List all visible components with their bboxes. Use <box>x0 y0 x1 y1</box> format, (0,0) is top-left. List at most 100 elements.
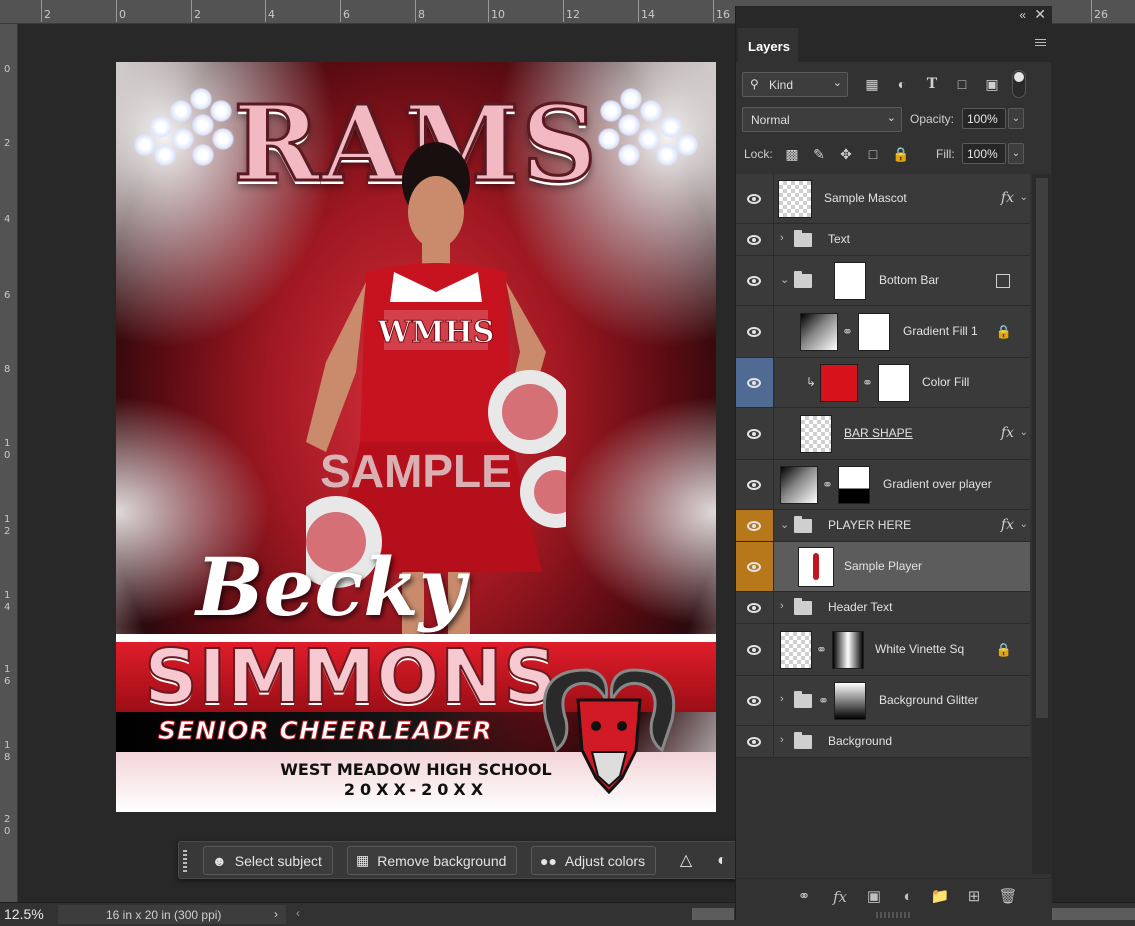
visibility-toggle[interactable] <box>736 358 774 407</box>
scroll-left-icon[interactable]: ‹ <box>296 906 300 920</box>
drag-handle-icon[interactable] <box>183 850 187 872</box>
folder-icon <box>794 270 812 288</box>
remove-background-button[interactable]: ▦ Remove background <box>347 846 518 875</box>
visibility-toggle[interactable] <box>736 542 774 591</box>
eye-icon <box>747 234 761 245</box>
new-group-icon[interactable]: 📁 <box>930 887 950 907</box>
link-icon[interactable]: ⚭ <box>862 375 873 391</box>
eye-icon <box>747 377 761 388</box>
chevron-down-icon[interactable]: ⌄ <box>1020 427 1028 438</box>
horizontal-scrollbar-track[interactable] <box>1052 908 1135 920</box>
add-layer-style-icon[interactable]: fx <box>830 887 850 907</box>
panel-menu-icon[interactable] <box>1035 39 1046 47</box>
transform-icon[interactable]: △ <box>675 850 697 872</box>
chevron-down-icon[interactable]: ⌄ <box>1020 192 1028 203</box>
layer-row[interactable]: › Background <box>736 726 1030 758</box>
layers-panel-footer: ⚭ fx ▣ ◐ 📁 ⊞ 🗑 <box>736 878 1052 912</box>
layer-row[interactable]: ⚭ Gradient Fill 1 🔒 <box>736 306 1030 358</box>
search-icon: ⚲ <box>750 77 759 91</box>
chevron-down-icon[interactable]: ⌄ <box>780 518 789 531</box>
visibility-toggle[interactable] <box>736 592 774 623</box>
chevron-right-icon[interactable]: › <box>780 600 784 612</box>
filter-type-icon[interactable]: T <box>922 74 942 94</box>
visibility-toggle[interactable] <box>736 306 774 357</box>
filter-toggle[interactable] <box>1012 70 1026 98</box>
layer-row[interactable]: › ⚭ Background Glitter <box>736 676 1030 726</box>
ram-mascot-logo <box>542 668 676 794</box>
lock-image-pixels-icon[interactable]: ✎ <box>810 145 828 163</box>
delete-layer-icon[interactable]: 🗑 <box>998 887 1018 907</box>
scrollbar-thumb[interactable] <box>1036 178 1048 718</box>
lock-all-icon[interactable]: 🔒 <box>892 145 910 163</box>
fx-icon[interactable]: fx <box>1001 190 1014 206</box>
link-icon[interactable]: ⚭ <box>818 693 829 709</box>
fill-input[interactable]: 100% <box>962 143 1006 164</box>
chevron-right-icon[interactable]: › <box>780 693 784 705</box>
lock-artboard-icon[interactable]: □ <box>864 145 882 163</box>
visibility-toggle[interactable] <box>736 224 774 255</box>
link-layers-icon[interactable]: ⚭ <box>794 887 814 907</box>
visibility-toggle[interactable] <box>736 510 774 541</box>
layer-row[interactable]: Sample Mascot fx ⌄ <box>736 174 1030 224</box>
document-canvas[interactable]: RAMS WMHS SAMPLE Becky SIMMONS SENIOR CH… <box>116 62 716 812</box>
layers-scrollbar[interactable] <box>1032 174 1052 874</box>
blend-mode-select[interactable]: Normal ⌄ <box>742 107 902 132</box>
tab-layers[interactable]: Layers <box>738 28 798 62</box>
layer-row[interactable]: Sample Player <box>736 542 1030 592</box>
opacity-input[interactable]: 100% <box>962 108 1006 129</box>
visibility-toggle[interactable] <box>736 174 774 223</box>
panel-tabs: Layers <box>736 24 1052 62</box>
filter-pixel-icon[interactable]: ▦ <box>862 74 882 94</box>
select-subject-button[interactable]: ☻ Select subject <box>203 846 333 875</box>
chevron-right-icon[interactable]: › <box>780 734 784 746</box>
contrast-icon[interactable]: ◐ <box>711 850 733 872</box>
ruler-tick: 0 <box>116 0 126 22</box>
panel-resize-handle[interactable] <box>876 912 912 918</box>
visibility-toggle[interactable] <box>736 460 774 509</box>
remove-background-label: Remove background <box>377 852 507 869</box>
document-info[interactable]: 16 in x 20 in (300 ppi) › <box>58 905 286 924</box>
filter-adjustment-icon[interactable]: ◐ <box>892 74 912 94</box>
layer-row[interactable]: BAR SHAPE fx ⌄ <box>736 408 1030 460</box>
link-icon[interactable]: ⚭ <box>842 324 853 340</box>
new-layer-icon[interactable]: ⊞ <box>964 887 984 907</box>
kind-filter-select[interactable]: ⚲ Kind ⌄ <box>742 72 848 97</box>
lock-transparent-pixels-icon[interactable]: ▩ <box>783 145 801 163</box>
zoom-level[interactable]: 12.5% <box>4 906 44 922</box>
link-icon[interactable]: ⚭ <box>822 477 833 493</box>
layer-row[interactable]: ⌄ PLAYER HERE fx ⌄ <box>736 510 1030 542</box>
ruler-tick: 2 <box>191 0 201 22</box>
ruler-tick: 26 <box>1091 0 1108 22</box>
eye-icon <box>747 561 761 572</box>
layer-row[interactable]: ⚭ Gradient over player <box>736 460 1030 510</box>
horizontal-scrollbar-thumb[interactable] <box>692 908 734 920</box>
filter-smart-object-icon[interactable]: ▣ <box>982 74 1002 94</box>
fill-dropdown-icon[interactable]: ⌄ <box>1008 143 1024 164</box>
layer-row[interactable]: › Header Text <box>736 592 1030 624</box>
visibility-toggle[interactable] <box>736 726 774 757</box>
visibility-toggle[interactable] <box>736 624 774 675</box>
layer-row[interactable]: ↳ ⚭ Color Fill <box>736 358 1030 408</box>
layer-row[interactable]: ⌄ Bottom Bar <box>736 256 1030 306</box>
visibility-toggle[interactable] <box>736 408 774 459</box>
layer-row[interactable]: ⚭ White Vinette Sq 🔒 <box>736 624 1030 676</box>
layer-mask-thumbnail <box>832 630 864 669</box>
chevron-right-icon[interactable]: › <box>780 232 784 244</box>
adjust-colors-button[interactable]: ●● Adjust colors <box>531 846 657 875</box>
fx-icon[interactable]: fx <box>1001 425 1014 441</box>
link-icon[interactable]: ⚭ <box>816 642 827 658</box>
opacity-dropdown-icon[interactable]: ⌄ <box>1008 108 1024 129</box>
layer-mask-thumbnail <box>878 363 910 402</box>
chevron-down-icon[interactable]: ⌄ <box>1020 519 1028 530</box>
collapse-panel-icon[interactable]: « <box>1019 8 1026 22</box>
visibility-toggle[interactable] <box>736 256 774 305</box>
new-adjustment-layer-icon[interactable]: ◐ <box>898 887 918 907</box>
visibility-toggle[interactable] <box>736 676 774 725</box>
add-mask-icon[interactable]: ▣ <box>864 887 884 907</box>
fx-icon[interactable]: fx <box>1001 517 1014 533</box>
layer-row[interactable]: › Text <box>736 224 1030 256</box>
close-icon[interactable]: ✕ <box>1034 6 1046 23</box>
filter-shape-icon[interactable]: □ <box>952 74 972 94</box>
chevron-down-icon[interactable]: ⌄ <box>780 273 789 286</box>
lock-position-icon[interactable]: ✥ <box>837 145 855 163</box>
